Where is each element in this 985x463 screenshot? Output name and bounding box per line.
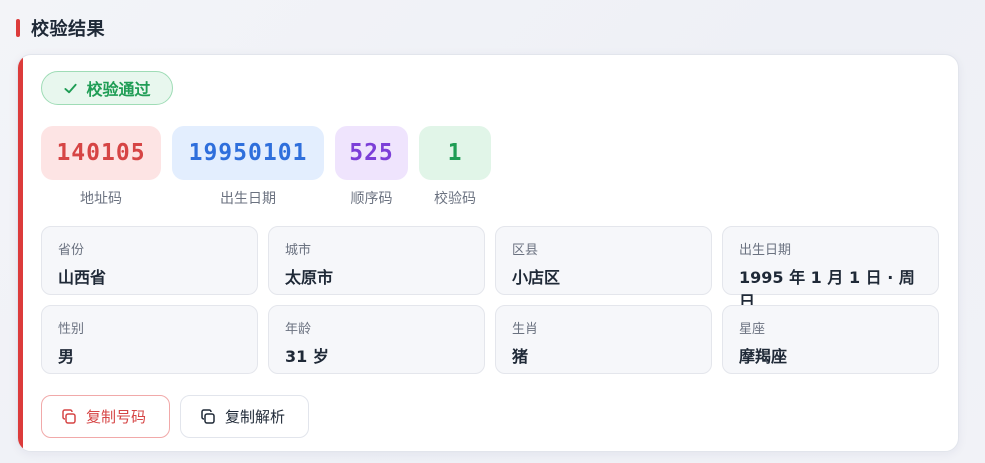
field-label: 区县	[512, 243, 539, 258]
field-label: 省份	[58, 243, 85, 258]
field-constellation: 星座 摩羯座	[722, 305, 939, 374]
field-label: 出生日期	[739, 243, 792, 258]
segment-checksum-code: 1	[419, 126, 491, 180]
copy-icon	[201, 408, 215, 424]
segment-checksum-caption: 校验码	[434, 191, 476, 207]
field-age: 年龄 31 岁	[268, 305, 485, 374]
section-title: 校验结果	[31, 19, 105, 40]
segment-sequence: 525 顺序码	[335, 126, 408, 208]
field-label: 年龄	[285, 322, 312, 337]
status-label: 校验通过	[86, 80, 151, 99]
field-value: 摩羯座	[739, 347, 788, 366]
segment-birthdate-caption: 出生日期	[220, 191, 276, 207]
check-icon	[64, 83, 78, 93]
field-label: 城市	[285, 243, 312, 258]
copy-number-button[interactable]: 复制号码	[41, 395, 170, 438]
field-gender: 性别 男	[41, 305, 258, 374]
card-accent-bar	[18, 55, 23, 451]
segment-checksum: 1 校验码	[419, 126, 491, 208]
result-card: 校验通过 140105 地址码 19950101 出生日期 525 顺序码 1 …	[17, 54, 959, 452]
segment-sequence-code: 525	[335, 126, 408, 180]
status-badge: 校验通过	[41, 71, 173, 105]
segment-birthdate: 19950101 出生日期	[172, 126, 324, 208]
field-district: 区县 小店区	[495, 226, 712, 295]
field-value: 山西省	[58, 268, 107, 287]
copy-number-label: 复制号码	[86, 408, 147, 426]
field-label: 星座	[739, 322, 766, 337]
section-header: 校验结果	[16, 17, 105, 40]
field-value: 太原市	[285, 268, 334, 287]
action-bar: 复制号码 复制解析	[41, 395, 319, 438]
title-accent-bar	[16, 19, 20, 37]
field-value: 小店区	[512, 268, 561, 287]
copy-icon	[62, 408, 76, 424]
field-label: 性别	[58, 322, 85, 337]
id-segments: 140105 地址码 19950101 出生日期 525 顺序码 1 校验码	[41, 126, 502, 208]
segment-address-caption: 地址码	[80, 191, 122, 207]
field-value: 男	[58, 347, 75, 366]
field-birthdate: 出生日期 1995 年 1 月 1 日 · 周日	[722, 226, 939, 311]
segment-address: 140105 地址码	[41, 126, 161, 208]
field-province: 省份 山西省	[41, 226, 258, 295]
field-label: 生肖	[512, 322, 539, 337]
field-value: 猪	[512, 347, 529, 366]
field-zodiac: 生肖 猪	[495, 305, 712, 374]
copy-analysis-label: 复制解析	[225, 408, 286, 426]
segment-address-code: 140105	[41, 126, 161, 180]
segment-birthdate-code: 19950101	[172, 126, 324, 180]
copy-analysis-button[interactable]: 复制解析	[180, 395, 309, 438]
segment-sequence-caption: 顺序码	[350, 191, 393, 207]
info-grid: 省份 山西省 城市 太原市 区县 小店区 出生日期 1995 年 1 月 1 日…	[41, 226, 939, 374]
field-city: 城市 太原市	[268, 226, 485, 295]
field-value: 31 岁	[285, 347, 329, 366]
